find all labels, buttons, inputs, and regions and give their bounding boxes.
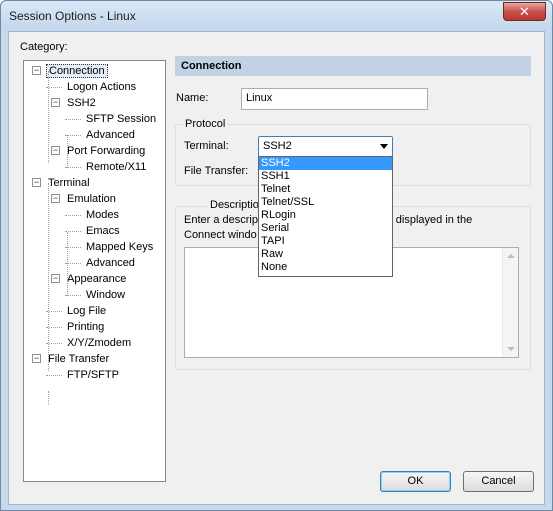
name-input[interactable]: Linux [241,88,428,110]
tree-item[interactable]: Mapped Keys [84,239,155,255]
close-button[interactable]: ✕ [503,2,546,21]
tree-item[interactable]: SSH2 [65,95,98,111]
terminal-option[interactable]: Serial [259,222,392,235]
cancel-button[interactable]: Cancel [463,471,534,492]
terminal-label: Terminal: [184,140,229,152]
description-scrollbar[interactable] [502,248,518,357]
tree-item[interactable]: Window [84,287,127,303]
scroll-down-icon[interactable] [507,347,515,351]
protocol-group-title: Protocol [183,118,228,130]
window-title: Session Options - Linux [9,9,136,23]
collapse-icon[interactable]: − [51,98,60,107]
tree-item[interactable]: X/Y/Zmodem [65,335,133,351]
tree-item-label: Appearance [67,273,127,285]
terminal-select-value: SSH2 [263,140,292,152]
file-transfer-label: File Transfer: [184,165,249,177]
tree-item-label: X/Y/Zmodem [67,337,132,349]
collapse-icon[interactable]: − [32,178,41,187]
tree-item[interactable]: FTP/SFTP [65,367,121,383]
terminal-option[interactable]: TAPI [259,235,392,248]
terminal-option[interactable]: SSH2 [259,157,392,170]
terminal-option[interactable]: Telnet/SSL [259,196,392,209]
tree-item[interactable]: SFTP Session [84,111,158,127]
collapse-icon[interactable]: − [32,66,41,75]
collapse-icon[interactable]: − [51,194,60,203]
chevron-down-icon[interactable] [380,144,388,149]
tree-connector [65,119,81,120]
tree-item-label: Terminal [48,177,90,189]
tree-item-label: Modes [86,209,120,221]
tree-item[interactable]: Appearance [65,271,128,287]
tree-item[interactable]: Emacs [84,223,122,239]
description-line1-left: Enter a descrip [184,214,258,226]
tree-item-label: Port Forwarding [67,145,146,157]
tree-item-label: Mapped Keys [86,241,154,253]
terminal-option[interactable]: Telnet [259,183,392,196]
tree-item[interactable]: Remote/X11 [84,159,148,175]
collapse-icon[interactable]: − [51,146,60,155]
tree-item[interactable]: Logon Actions [65,79,138,95]
tree-item-label: Printing [67,321,105,333]
tree-item[interactable]: Printing [65,319,106,335]
tree-item[interactable]: Log File [65,303,108,319]
tree-item[interactable]: Modes [84,207,121,223]
ok-button[interactable]: OK [380,471,451,492]
tree-connector [46,375,62,376]
tree-connector [48,391,49,405]
terminal-option[interactable]: None [259,261,392,274]
tree-item[interactable]: Connection [46,63,108,79]
terminal-option[interactable]: RLogin [259,209,392,222]
tree-item-label: Log File [67,305,107,317]
terminal-select[interactable]: SSH2 [258,136,393,157]
tree-connector [67,135,68,168]
tree-connector [65,215,81,216]
terminal-option[interactable]: Raw [259,248,392,261]
terminal-option[interactable]: SSH1 [259,170,392,183]
tree-item[interactable]: File Transfer [46,351,111,367]
collapse-icon[interactable]: − [51,274,60,283]
tree-item-label: Connection [46,64,108,78]
terminal-dropdown-list[interactable]: SSH2 SSH1 Telnet Telnet/SSL RLogin Serial TAPI… [258,156,393,277]
tree-item-label: Window [86,289,126,301]
tree-item[interactable]: Port Forwarding [65,143,147,159]
category-label: Category: [20,41,68,53]
tree-item-label: Emacs [86,225,120,237]
tree-item-label: Advanced [86,257,135,269]
tree-item-label: SSH2 [67,97,96,109]
tree-connector [48,183,49,371]
tree-item-label: Emulation [67,193,116,205]
tree-connector [67,232,68,296]
tree-item[interactable]: Emulation [65,191,118,207]
tree-item-label: Remote/X11 [86,161,147,173]
category-tree[interactable]: Connection − Logon Actions SSH2− SFTP Sessio… [23,60,166,482]
tree-item[interactable]: Advanced [84,255,137,271]
tree-connector [48,71,49,163]
scroll-up-icon[interactable] [507,254,515,258]
collapse-icon[interactable]: − [32,354,41,363]
tree-item-label: FTP/SFTP [67,369,119,381]
title-bar: Session Options - Linux ✕ [1,1,552,31]
tree-item-label: SFTP Session [86,113,157,125]
tree-item[interactable]: Terminal [46,175,92,191]
tree-item-label: Logon Actions [67,81,137,93]
session-options-window: Session Options - Linux ✕ Category: Conn… [0,0,553,511]
name-label: Name: [176,92,209,104]
dialog-client-area: Category: Connection − Logon Actions SSH2− S… [8,31,545,505]
tree-item-label: Advanced [86,129,135,141]
tree-item-label: File Transfer [48,353,110,365]
section-header: Connection [175,56,531,76]
tree-item[interactable]: Advanced [84,127,137,143]
